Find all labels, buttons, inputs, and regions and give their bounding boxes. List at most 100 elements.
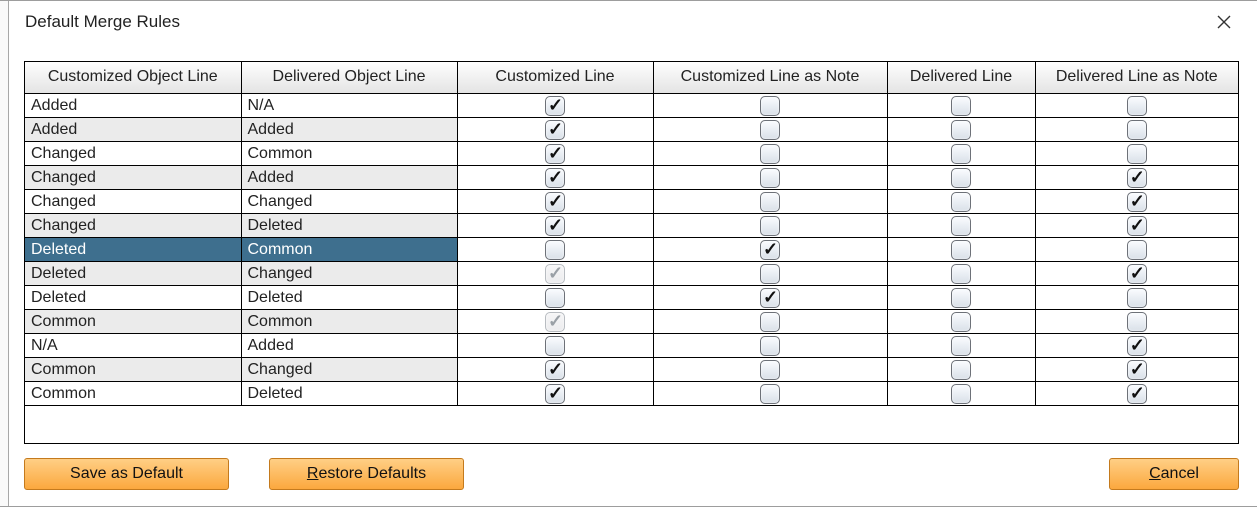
table-row[interactable]: DeletedChanged✓✓✓✓ (25, 262, 1238, 286)
customized-object-cell: Changed (25, 214, 241, 238)
customized-line-checkbox[interactable]: ✓ (545, 240, 565, 260)
table-row[interactable]: CommonCommon✓✓✓✓ (25, 310, 1238, 334)
close-button[interactable] (1207, 5, 1241, 39)
customized-line-checkbox[interactable]: ✓ (545, 120, 565, 140)
customized-object-cell: Changed (25, 166, 241, 190)
delivered-object-cell: Added (241, 334, 457, 358)
delivered-object-cell: N/A (241, 94, 457, 118)
delivered-line-as-note-checkbox[interactable]: ✓ (1127, 144, 1147, 164)
delivered-line-as-note-checkbox[interactable]: ✓ (1127, 120, 1147, 140)
customized-line-cell: ✓ (457, 262, 653, 286)
delivered-line-checkbox[interactable]: ✓ (951, 336, 971, 356)
delivered-line-cell: ✓ (887, 190, 1035, 214)
delivered-line-checkbox[interactable]: ✓ (951, 312, 971, 332)
frame-fragment (0, 1, 9, 506)
customized-line-as-note-checkbox[interactable]: ✓ (760, 360, 780, 380)
customized-line-as-note-checkbox[interactable]: ✓ (760, 336, 780, 356)
customized-line-as-note-checkbox[interactable]: ✓ (760, 384, 780, 404)
delivered-line-checkbox[interactable]: ✓ (951, 288, 971, 308)
delivered-line-checkbox[interactable]: ✓ (951, 192, 971, 212)
customized-line-checkbox[interactable]: ✓ (545, 168, 565, 188)
delivered-line-as-note-cell: ✓ (1035, 310, 1238, 334)
close-icon (1217, 15, 1231, 29)
check-icon: ✓ (763, 239, 778, 259)
table-row[interactable]: ChangedAdded✓✓✓✓ (25, 166, 1238, 190)
customized-line-checkbox[interactable]: ✓ (545, 384, 565, 404)
customized-line-as-note-cell: ✓ (653, 382, 887, 406)
delivered-line-as-note-checkbox[interactable]: ✓ (1127, 336, 1147, 356)
table-row[interactable]: DeletedCommon✓✓✓✓ (25, 238, 1238, 262)
delivered-line-checkbox[interactable]: ✓ (951, 144, 971, 164)
table-row[interactable]: CommonChanged✓✓✓✓ (25, 358, 1238, 382)
delivered-line-checkbox[interactable]: ✓ (951, 360, 971, 380)
customized-line-checkbox[interactable]: ✓ (545, 216, 565, 236)
delivered-line-checkbox[interactable]: ✓ (951, 168, 971, 188)
table-row[interactable]: ChangedChanged✓✓✓✓ (25, 190, 1238, 214)
delivered-line-as-note-checkbox[interactable]: ✓ (1127, 168, 1147, 188)
delivered-line-as-note-checkbox[interactable]: ✓ (1127, 384, 1147, 404)
customized-line-checkbox[interactable]: ✓ (545, 96, 565, 116)
check-icon: ✓ (548, 383, 563, 403)
delivered-line-as-note-checkbox[interactable]: ✓ (1127, 312, 1147, 332)
delivered-line-cell: ✓ (887, 358, 1035, 382)
col-header-delivered-line[interactable]: Delivered Line (887, 62, 1035, 94)
delivered-line-as-note-checkbox[interactable]: ✓ (1127, 216, 1147, 236)
col-header-delivered-note[interactable]: Delivered Line as Note (1035, 62, 1238, 94)
delivered-line-checkbox[interactable]: ✓ (951, 120, 971, 140)
customized-object-cell: Changed (25, 190, 241, 214)
customized-line-as-note-cell: ✓ (653, 94, 887, 118)
customized-line-as-note-checkbox[interactable]: ✓ (760, 168, 780, 188)
customized-line-checkbox[interactable]: ✓ (545, 192, 565, 212)
dialog-title: Default Merge Rules (25, 12, 180, 32)
delivered-line-checkbox[interactable]: ✓ (951, 384, 971, 404)
check-icon: ✓ (1130, 335, 1145, 355)
customized-line-checkbox[interactable]: ✓ (545, 144, 565, 164)
delivered-line-as-note-cell: ✓ (1035, 118, 1238, 142)
delivered-object-cell: Common (241, 238, 457, 262)
delivered-line-checkbox[interactable]: ✓ (951, 96, 971, 116)
delivered-line-as-note-checkbox[interactable]: ✓ (1127, 360, 1147, 380)
check-icon: ✓ (548, 191, 563, 211)
button-label: Save as Default (70, 465, 183, 482)
customized-line-as-note-checkbox[interactable]: ✓ (760, 216, 780, 236)
delivered-line-as-note-checkbox[interactable]: ✓ (1127, 240, 1147, 260)
delivered-line-checkbox[interactable]: ✓ (951, 216, 971, 236)
delivered-line-as-note-checkbox[interactable]: ✓ (1127, 96, 1147, 116)
col-header-customized-note[interactable]: Customized Line as Note (653, 62, 887, 94)
customized-line-as-note-checkbox[interactable]: ✓ (760, 192, 780, 212)
customized-line-as-note-checkbox[interactable]: ✓ (760, 96, 780, 116)
customized-line-as-note-checkbox[interactable]: ✓ (760, 240, 780, 260)
rules-table: Customized Object Line Delivered Object … (25, 62, 1238, 406)
customized-line-checkbox[interactable]: ✓ (545, 360, 565, 380)
delivered-object-cell: Changed (241, 262, 457, 286)
table-row[interactable]: AddedAdded✓✓✓✓ (25, 118, 1238, 142)
cancel-button[interactable]: Cancel (1109, 458, 1239, 490)
customized-line-as-note-cell: ✓ (653, 118, 887, 142)
table-row[interactable]: AddedN/A✓✓✓✓ (25, 94, 1238, 118)
customized-line-checkbox[interactable]: ✓ (545, 336, 565, 356)
check-icon: ✓ (548, 143, 563, 163)
customized-line-checkbox: ✓ (545, 312, 565, 332)
delivered-line-as-note-checkbox[interactable]: ✓ (1127, 192, 1147, 212)
delivered-line-as-note-checkbox[interactable]: ✓ (1127, 264, 1147, 284)
delivered-line-as-note-checkbox[interactable]: ✓ (1127, 288, 1147, 308)
customized-line-as-note-checkbox[interactable]: ✓ (760, 312, 780, 332)
customized-line-as-note-checkbox[interactable]: ✓ (760, 120, 780, 140)
customized-line-checkbox[interactable]: ✓ (545, 288, 565, 308)
customized-line-as-note-checkbox[interactable]: ✓ (760, 144, 780, 164)
customized-line-as-note-checkbox[interactable]: ✓ (760, 264, 780, 284)
col-header-customized-object[interactable]: Customized Object Line (25, 62, 241, 94)
customized-line-cell: ✓ (457, 382, 653, 406)
customized-line-as-note-checkbox[interactable]: ✓ (760, 288, 780, 308)
restore-defaults-button[interactable]: Restore Defaults (269, 458, 464, 490)
table-row[interactable]: CommonDeleted✓✓✓✓ (25, 382, 1238, 406)
table-row[interactable]: DeletedDeleted✓✓✓✓ (25, 286, 1238, 310)
table-row[interactable]: ChangedCommon✓✓✓✓ (25, 142, 1238, 166)
table-row[interactable]: N/AAdded✓✓✓✓ (25, 334, 1238, 358)
delivered-line-checkbox[interactable]: ✓ (951, 240, 971, 260)
col-header-customized-line[interactable]: Customized Line (457, 62, 653, 94)
delivered-line-checkbox[interactable]: ✓ (951, 264, 971, 284)
col-header-delivered-object[interactable]: Delivered Object Line (241, 62, 457, 94)
table-row[interactable]: ChangedDeleted✓✓✓✓ (25, 214, 1238, 238)
save-as-default-button[interactable]: Save as Default (24, 458, 229, 490)
